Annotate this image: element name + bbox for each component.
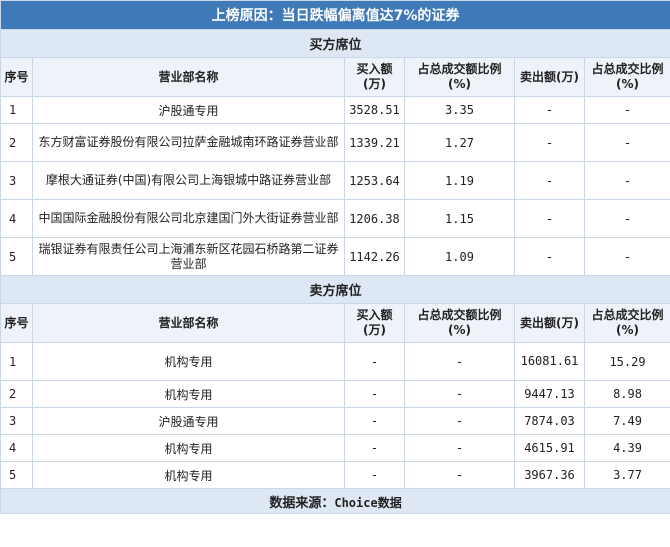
cell-buy: 1339.21 (344, 123, 405, 162)
cell-name: 机构专用 (32, 461, 345, 489)
header-seq: 序号 (0, 303, 33, 343)
header-name: 营业部名称 (32, 57, 345, 97)
header-sell-ratio: 占总成交比例(%) (583, 57, 670, 97)
cell-sell-ratio: 4.39 (583, 434, 670, 462)
cell-name: 沪股通专用 (32, 96, 345, 124)
cell-sell-ratio: 7.49 (583, 407, 670, 435)
header-buy-amount: 买入额(万) (344, 57, 405, 97)
cell-sell: 7874.03 (514, 407, 585, 435)
table-row: 3 沪股通专用 - - 7874.03 7.49 (0, 407, 670, 435)
cell-sell: - (514, 96, 585, 124)
cell-seq: 1 (0, 342, 33, 381)
cell-sell: - (514, 161, 585, 200)
cell-sell-ratio: - (583, 237, 670, 276)
cell-buy-ratio: 3.35 (404, 96, 515, 124)
cell-buy-ratio: - (404, 434, 515, 462)
cell-buy: - (344, 407, 405, 435)
table-row: 2 机构专用 - - 9447.13 8.98 (0, 380, 670, 408)
header-buy-ratio: 占总成交额比例(%) (404, 303, 515, 343)
cell-seq: 4 (0, 199, 33, 238)
table-row: 4 中国国际金融股份有限公司北京建国门外大街证券营业部 1206.38 1.15… (0, 199, 670, 238)
header-sell-amount: 卖出额(万) (514, 303, 585, 343)
cell-name: 中国国际金融股份有限公司北京建国门外大街证券营业部 (32, 199, 345, 238)
sell-section-title: 卖方席位 (0, 275, 670, 304)
cell-buy: 3528.51 (344, 96, 405, 124)
cell-seq: 3 (0, 407, 33, 435)
cell-sell-ratio: - (583, 161, 670, 200)
cell-sell: - (514, 199, 585, 238)
cell-sell-ratio: 8.98 (583, 380, 670, 408)
cell-seq: 1 (0, 96, 33, 124)
cell-buy-ratio: - (404, 407, 515, 435)
cell-sell-ratio: 3.77 (583, 461, 670, 489)
cell-name: 沪股通专用 (32, 407, 345, 435)
cell-sell: 4615.91 (514, 434, 585, 462)
buy-section-title: 买方席位 (0, 29, 670, 58)
cell-name: 摩根大通证券(中国)有限公司上海银城中路证券营业部 (32, 161, 345, 200)
table-row: 5 瑞银证券有限责任公司上海浦东新区花园石桥路第二证券营业部 1142.26 1… (0, 237, 670, 276)
cell-buy-ratio: 1.27 (404, 123, 515, 162)
cell-buy-ratio: - (404, 461, 515, 489)
cell-sell: 16081.61 (514, 342, 585, 381)
table-row: 4 机构专用 - - 4615.91 4.39 (0, 434, 670, 462)
cell-seq: 5 (0, 237, 33, 276)
cell-buy: 1142.26 (344, 237, 405, 276)
data-source-footer: 数据来源：Choice数据 (0, 488, 670, 514)
cell-sell-ratio: 15.29 (583, 342, 670, 381)
table-row: 5 机构专用 - - 3967.36 3.77 (0, 461, 670, 489)
cell-buy: - (344, 342, 405, 381)
header-sell-ratio: 占总成交比例(%) (583, 303, 670, 343)
table-row: 2 东方财富证券股份有限公司拉萨金融城南环路证券营业部 1339.21 1.27… (0, 123, 670, 162)
cell-sell-ratio: - (583, 123, 670, 162)
lhb-table: 上榜原因：当日跌幅偏离值达7%的证券 买方席位 序号 营业部名称 买入额(万) … (0, 0, 670, 514)
cell-buy: - (344, 380, 405, 408)
cell-buy-ratio: 1.15 (404, 199, 515, 238)
footer-label: 数据来源： (269, 495, 335, 511)
cell-sell: - (514, 237, 585, 276)
cell-sell-ratio: - (583, 96, 670, 124)
page-title: 上榜原因：当日跌幅偏离值达7%的证券 (0, 0, 670, 30)
cell-sell: 9447.13 (514, 380, 585, 408)
table-row: 1 沪股通专用 3528.51 3.35 - - (0, 96, 670, 124)
table-row: 3 摩根大通证券(中国)有限公司上海银城中路证券营业部 1253.64 1.19… (0, 161, 670, 200)
cell-name: 机构专用 (32, 342, 345, 381)
footer-source: Choice数据 (334, 495, 402, 510)
cell-sell-ratio: - (583, 199, 670, 238)
cell-seq: 2 (0, 380, 33, 408)
header-seq: 序号 (0, 57, 33, 97)
table-row: 1 机构专用 - - 16081.61 15.29 (0, 342, 670, 381)
cell-name: 瑞银证券有限责任公司上海浦东新区花园石桥路第二证券营业部 (32, 237, 345, 276)
cell-buy-ratio: - (404, 380, 515, 408)
cell-buy: - (344, 461, 405, 489)
header-sell-amount: 卖出额(万) (514, 57, 585, 97)
cell-seq: 4 (0, 434, 33, 462)
cell-sell: - (514, 123, 585, 162)
header-name: 营业部名称 (32, 303, 345, 343)
cell-buy: 1253.64 (344, 161, 405, 200)
header-buy-ratio: 占总成交额比例(%) (404, 57, 515, 97)
cell-seq: 2 (0, 123, 33, 162)
cell-name: 机构专用 (32, 380, 345, 408)
cell-buy: - (344, 434, 405, 462)
cell-name: 机构专用 (32, 434, 345, 462)
cell-buy-ratio: 1.19 (404, 161, 515, 200)
cell-buy-ratio: 1.09 (404, 237, 515, 276)
cell-buy-ratio: - (404, 342, 515, 381)
cell-sell: 3967.36 (514, 461, 585, 489)
cell-buy: 1206.38 (344, 199, 405, 238)
cell-seq: 5 (0, 461, 33, 489)
header-buy-amount: 买入额(万) (344, 303, 405, 343)
cell-seq: 3 (0, 161, 33, 200)
cell-name: 东方财富证券股份有限公司拉萨金融城南环路证券营业部 (32, 123, 345, 162)
